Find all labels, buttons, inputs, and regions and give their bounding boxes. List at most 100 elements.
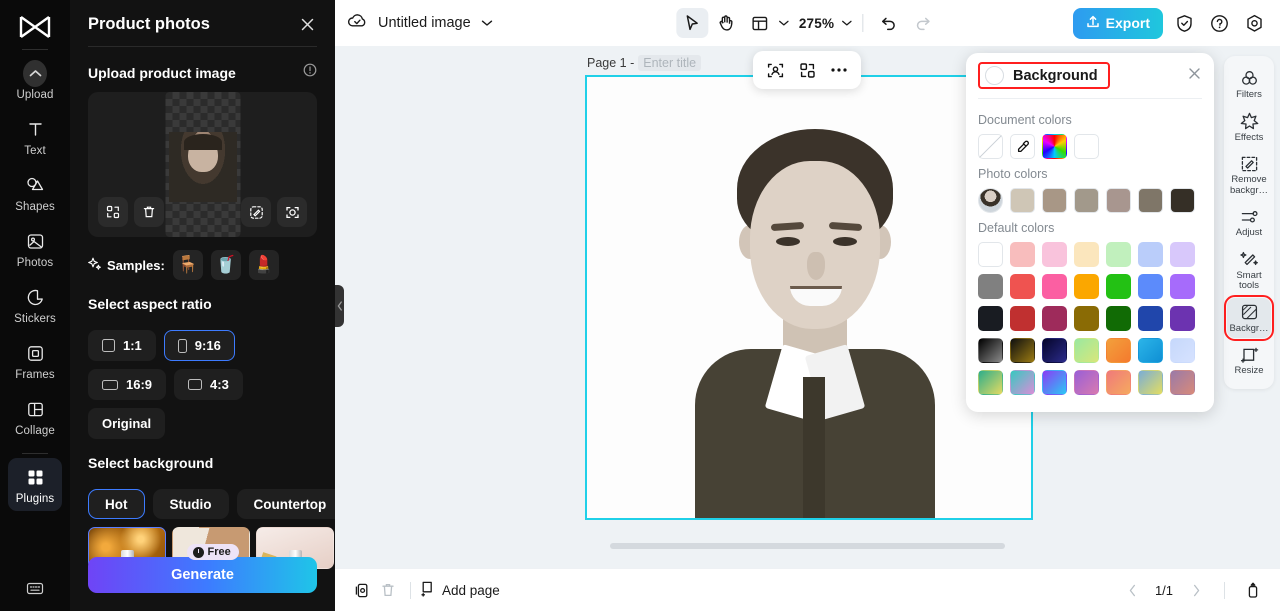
default-color-swatch[interactable] bbox=[978, 274, 1003, 299]
upload-dropzone[interactable] bbox=[88, 92, 317, 237]
default-color-swatch[interactable] bbox=[978, 370, 1003, 395]
photo-avatar[interactable] bbox=[978, 188, 1003, 213]
default-color-swatch[interactable] bbox=[1106, 370, 1131, 395]
photo-color-swatch[interactable] bbox=[1042, 188, 1067, 213]
default-color-swatch[interactable] bbox=[1042, 242, 1067, 267]
tool-resize[interactable]: Resize bbox=[1227, 340, 1271, 381]
default-color-swatch[interactable] bbox=[1074, 370, 1099, 395]
default-color-swatch[interactable] bbox=[1042, 338, 1067, 363]
sidebar-item-upload[interactable]: Upload bbox=[8, 54, 62, 107]
redo-button[interactable] bbox=[907, 8, 939, 38]
eyedropper-swatch[interactable] bbox=[1010, 134, 1035, 159]
photo-color-swatch[interactable] bbox=[1074, 188, 1099, 213]
aspect-ratio-1-1[interactable]: 1:1 bbox=[88, 330, 156, 361]
photo-color-swatch[interactable] bbox=[1138, 188, 1163, 213]
delete-page-icon[interactable] bbox=[375, 577, 401, 603]
default-color-swatch[interactable] bbox=[1106, 242, 1131, 267]
aspect-ratio-16-9[interactable]: 16:9 bbox=[88, 369, 167, 400]
default-color-swatch[interactable] bbox=[1042, 274, 1067, 299]
export-button[interactable]: Export bbox=[1072, 7, 1163, 39]
default-color-swatch[interactable] bbox=[1074, 338, 1099, 363]
aspect-ratio-original[interactable]: Original bbox=[88, 408, 166, 439]
keyboard-shortcuts-button[interactable] bbox=[0, 580, 70, 597]
sample-lipstick[interactable]: 💄 bbox=[248, 250, 279, 280]
default-color-swatch[interactable] bbox=[1138, 242, 1163, 267]
prev-page-button[interactable] bbox=[1119, 577, 1145, 603]
sidebar-item-text[interactable]: Text bbox=[8, 110, 62, 163]
default-color-swatch[interactable] bbox=[1106, 306, 1131, 331]
default-color-swatch[interactable] bbox=[1074, 306, 1099, 331]
tool-remove-background[interactable]: Remove backgr… bbox=[1227, 149, 1271, 200]
default-color-swatch[interactable] bbox=[1106, 338, 1131, 363]
photo-color-swatch[interactable] bbox=[1010, 188, 1035, 213]
default-color-swatch[interactable] bbox=[1010, 370, 1035, 395]
default-color-swatch[interactable] bbox=[1074, 274, 1099, 299]
hand-tool[interactable] bbox=[710, 8, 742, 38]
default-color-swatch[interactable] bbox=[1010, 306, 1035, 331]
zoom-chevron-down-icon[interactable] bbox=[841, 19, 852, 27]
layout-tool[interactable] bbox=[744, 8, 776, 38]
info-icon[interactable] bbox=[303, 63, 317, 82]
photo-color-swatch[interactable] bbox=[1106, 188, 1131, 213]
crop-focus-icon[interactable] bbox=[277, 197, 307, 227]
select-subject-icon[interactable] bbox=[760, 56, 790, 84]
tool-filters[interactable]: Filters bbox=[1227, 64, 1271, 105]
help-circle-icon[interactable] bbox=[1205, 9, 1233, 37]
layout-chevron-down-icon[interactable] bbox=[778, 19, 789, 27]
tool-effects[interactable]: Effects bbox=[1227, 107, 1271, 148]
next-page-button[interactable] bbox=[1183, 577, 1209, 603]
white-swatch[interactable] bbox=[1074, 134, 1099, 159]
default-color-swatch[interactable] bbox=[1138, 370, 1163, 395]
sidebar-item-collage[interactable]: Collage bbox=[8, 390, 62, 443]
default-color-swatch[interactable] bbox=[978, 338, 1003, 363]
document-title[interactable]: Untitled image bbox=[378, 15, 471, 31]
sidebar-item-frames[interactable]: Frames bbox=[8, 334, 62, 387]
undo-button[interactable] bbox=[873, 8, 905, 38]
chip-studio[interactable]: Studio bbox=[152, 489, 229, 519]
swap-icon[interactable] bbox=[792, 56, 822, 84]
more-horizontal-icon[interactable] bbox=[824, 56, 854, 84]
select-tool[interactable] bbox=[675, 8, 708, 38]
default-color-swatch[interactable] bbox=[1042, 370, 1067, 395]
default-color-swatch[interactable] bbox=[1170, 338, 1195, 363]
tool-smart-tools[interactable]: Smart tools bbox=[1227, 245, 1271, 296]
close-icon[interactable] bbox=[1187, 66, 1204, 86]
delete-image-button[interactable] bbox=[134, 197, 164, 227]
add-page-button[interactable]: Add page bbox=[420, 580, 500, 600]
sidebar-item-stickers[interactable]: Stickers bbox=[8, 278, 62, 331]
tool-background[interactable]: Backgr… bbox=[1224, 294, 1274, 341]
page-grid-icon[interactable] bbox=[1240, 577, 1266, 603]
generate-button[interactable]: Generate bbox=[88, 557, 317, 593]
default-color-swatch[interactable] bbox=[1138, 338, 1163, 363]
settings-gear-icon[interactable] bbox=[1240, 9, 1268, 37]
sidebar-item-plugins[interactable]: Plugins bbox=[8, 458, 62, 511]
default-color-swatch[interactable] bbox=[1106, 274, 1131, 299]
sample-drink[interactable]: 🥤 bbox=[210, 250, 241, 280]
default-color-swatch[interactable] bbox=[1138, 274, 1163, 299]
default-color-swatch[interactable] bbox=[1138, 306, 1163, 331]
default-color-swatch[interactable] bbox=[1170, 242, 1195, 267]
default-color-swatch[interactable] bbox=[1170, 370, 1195, 395]
default-color-swatch[interactable] bbox=[1170, 306, 1195, 331]
default-color-swatch[interactable] bbox=[978, 306, 1003, 331]
current-color-swatch[interactable] bbox=[985, 66, 1004, 85]
default-color-swatch[interactable] bbox=[1010, 274, 1035, 299]
page-title-input[interactable]: Enter title bbox=[638, 55, 702, 71]
chip-hot[interactable]: Hot bbox=[88, 489, 145, 519]
panel-collapse-handle[interactable] bbox=[335, 285, 344, 327]
sidebar-item-photos[interactable]: Photos bbox=[8, 222, 62, 275]
default-color-swatch[interactable] bbox=[978, 242, 1003, 267]
canvas-area[interactable]: Page 1 - Enter title Background Document… bbox=[335, 46, 1280, 568]
rainbow-swatch[interactable] bbox=[1042, 134, 1067, 159]
chevron-down-icon[interactable] bbox=[481, 14, 493, 32]
sidebar-item-shapes[interactable]: Shapes bbox=[8, 166, 62, 219]
magic-eraser-icon[interactable] bbox=[241, 197, 271, 227]
chip-countertop[interactable]: Countertop bbox=[236, 489, 335, 519]
no-color-swatch[interactable] bbox=[978, 134, 1003, 159]
replace-image-button[interactable] bbox=[98, 197, 128, 227]
default-color-swatch[interactable] bbox=[1170, 274, 1195, 299]
default-color-swatch[interactable] bbox=[1010, 242, 1035, 267]
default-color-swatch[interactable] bbox=[1010, 338, 1035, 363]
aspect-ratio-9-16[interactable]: 9:16 bbox=[163, 330, 235, 361]
sample-chair[interactable]: 🪑 bbox=[172, 250, 203, 280]
